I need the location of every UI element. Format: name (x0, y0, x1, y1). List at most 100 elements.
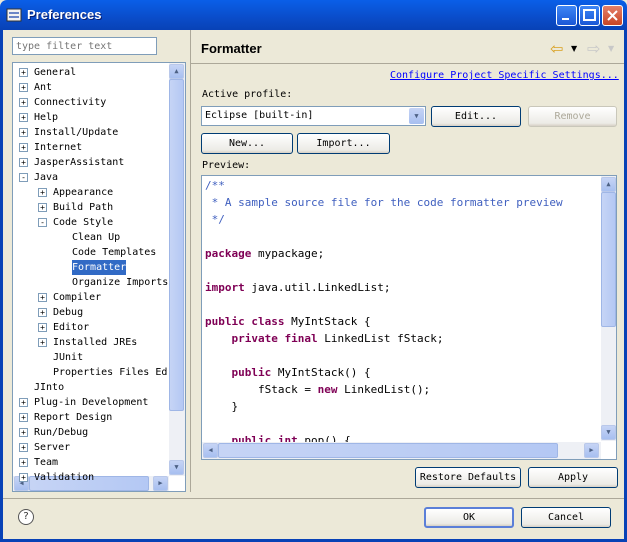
tree-item[interactable]: Clean Up (72, 230, 120, 245)
back-icon[interactable]: ⇦ (550, 39, 563, 58)
expand-icon[interactable]: + (19, 398, 28, 407)
tree-item[interactable]: Debug (53, 305, 83, 320)
configure-project-link[interactable]: Configure Project Specific Settings... (390, 70, 619, 81)
tree-item[interactable]: Code Templates (72, 245, 156, 260)
preview-scroll-down-icon[interactable]: ▼ (601, 425, 616, 440)
expand-icon[interactable]: + (38, 188, 47, 197)
tree-item[interactable]: Plug-in Development (34, 395, 148, 410)
back-menu-icon[interactable]: ▼ (571, 44, 577, 53)
tree-item[interactable]: Help (34, 110, 58, 125)
active-profile-label: Active profile: (202, 89, 293, 100)
expand-icon[interactable]: + (38, 308, 47, 317)
tree-item[interactable]: Install/Update (34, 125, 118, 140)
expand-icon[interactable]: + (38, 293, 47, 302)
remove-button[interactable]: Remove (528, 106, 617, 127)
expand-icon[interactable]: + (19, 83, 28, 92)
preview-scroll-right-icon[interactable]: ▶ (584, 443, 599, 458)
expand-icon[interactable]: + (19, 68, 28, 77)
code-token: import (205, 281, 245, 294)
help-icon[interactable]: ? (18, 509, 34, 525)
preview-scroll-up-icon[interactable]: ▲ (601, 177, 616, 192)
preview-hscroll-thumb[interactable] (218, 443, 558, 458)
tree-item[interactable]: Code Style (53, 215, 113, 230)
tree-item[interactable]: Editor (53, 320, 89, 335)
tree-item[interactable]: Report Design (34, 410, 112, 425)
tree-item[interactable]: Internet (34, 140, 82, 155)
preferences-icon (6, 8, 22, 22)
code-token: MyIntStack() { (271, 366, 371, 379)
tree-item[interactable]: JInto (34, 380, 64, 395)
tree-item[interactable]: JUnit (53, 350, 83, 365)
tree-item[interactable]: Formatter (72, 260, 127, 275)
preview-scroll-left-icon[interactable]: ◀ (203, 443, 218, 458)
expand-icon[interactable]: + (19, 98, 28, 107)
tree-item[interactable]: Build Path (53, 200, 113, 215)
code-line: package mypackage; (205, 245, 324, 262)
code-token: MyIntStack { (284, 315, 371, 328)
title-bar: Preferences (0, 0, 627, 30)
tree-vertical-scrollbar[interactable]: ▲ ▼ (169, 63, 185, 476)
tree-item[interactable]: Validation (34, 470, 94, 485)
collapse-icon[interactable]: - (38, 218, 47, 227)
tree-item[interactable]: Appearance (53, 185, 113, 200)
scroll-up-icon[interactable]: ▲ (169, 64, 184, 79)
close-button[interactable] (602, 5, 623, 26)
expand-icon[interactable]: + (19, 158, 28, 167)
maximize-button[interactable] (579, 5, 600, 26)
expand-icon[interactable]: + (38, 203, 47, 212)
scroll-down-icon[interactable]: ▼ (169, 460, 184, 475)
preview-horizontal-scrollbar[interactable]: ◀ ▶ (202, 442, 601, 459)
tree-item[interactable]: Run/Debug (34, 425, 88, 440)
scroll-right-icon[interactable]: ▶ (153, 476, 168, 491)
expand-icon[interactable]: + (19, 128, 28, 137)
bottom-separator (3, 498, 624, 499)
tree-item[interactable]: General (34, 65, 76, 80)
tree-item[interactable]: Compiler (53, 290, 101, 305)
tree-item[interactable]: Team (34, 455, 58, 470)
tree-item[interactable]: Server (34, 440, 70, 455)
expand-icon[interactable]: + (38, 338, 47, 347)
preview-label: Preview: (202, 160, 251, 171)
forward-menu-icon[interactable]: ▼ (608, 44, 614, 53)
tree-item[interactable]: Installed JREs (53, 335, 137, 350)
expand-icon[interactable]: + (38, 323, 47, 332)
tree-item[interactable]: Properties Files Ed (53, 365, 167, 380)
chevron-down-icon[interactable]: ▼ (409, 108, 424, 124)
restore-defaults-button[interactable]: Restore Defaults (415, 467, 521, 488)
expand-icon[interactable]: + (19, 428, 28, 437)
profile-combo[interactable]: Eclipse [built-in] ▼ (201, 106, 426, 126)
profile-value: Eclipse [built-in] (205, 110, 314, 121)
apply-button[interactable]: Apply (528, 467, 618, 488)
code-token: java.util.LinkedList; (244, 281, 391, 294)
preview-scroll-thumb[interactable] (601, 192, 616, 327)
code-token: } (205, 400, 239, 413)
split-sash[interactable] (190, 30, 191, 492)
code-token: * A sample source file for the code form… (205, 196, 563, 209)
expand-icon[interactable]: + (19, 113, 28, 122)
code-line: import java.util.LinkedList; (205, 279, 390, 296)
minimize-button[interactable] (556, 5, 577, 26)
import-button[interactable]: Import... (297, 133, 390, 154)
tree-item[interactable]: Ant (34, 80, 52, 95)
preview-vertical-scrollbar[interactable]: ▲ ▼ (601, 176, 616, 441)
filter-input[interactable] (12, 37, 157, 55)
tree-item[interactable]: Organize Imports (72, 275, 168, 290)
expand-icon[interactable]: + (19, 143, 28, 152)
code-line: * A sample source file for the code form… (205, 194, 563, 211)
forward-icon[interactable]: ⇨ (587, 39, 600, 58)
edit-button[interactable]: Edit... (431, 106, 521, 127)
new-button[interactable]: New... (201, 133, 293, 154)
tree-item[interactable]: Connectivity (34, 95, 106, 110)
ok-button[interactable]: OK (424, 507, 514, 528)
tree-item[interactable]: Java (34, 170, 58, 185)
cancel-button[interactable]: Cancel (521, 507, 611, 528)
close-icon (607, 10, 618, 21)
expand-icon[interactable]: + (19, 443, 28, 452)
expand-icon[interactable]: + (19, 413, 28, 422)
expand-icon[interactable]: + (19, 473, 28, 482)
scroll-thumb[interactable] (169, 79, 184, 411)
expand-icon[interactable]: + (19, 458, 28, 467)
tree-item[interactable]: JasperAssistant (34, 155, 124, 170)
collapse-icon[interactable]: - (19, 173, 28, 182)
